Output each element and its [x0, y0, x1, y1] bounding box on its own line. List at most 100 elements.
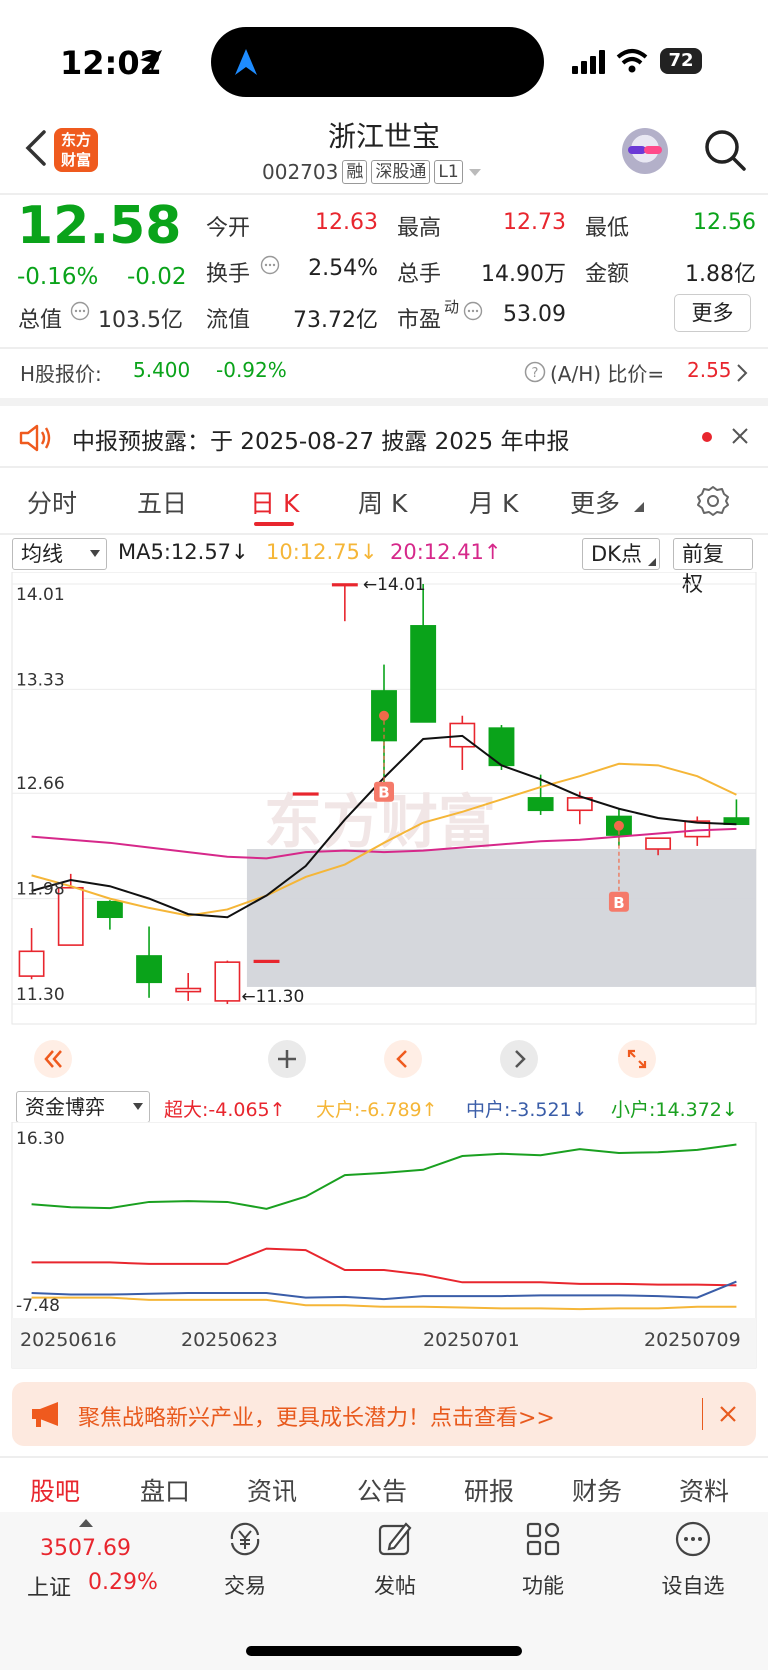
nav-add-watchlist[interactable]: 设自选 — [653, 1520, 733, 1610]
location-arrow-icon — [140, 50, 162, 72]
close-icon[interactable] — [718, 1404, 738, 1424]
status-bar: 12:02 72 — [0, 0, 768, 115]
tab-forum[interactable]: 股吧 — [30, 1472, 80, 1508]
buy-point-dot — [379, 710, 389, 721]
search-icon[interactable] — [703, 128, 747, 172]
candle-body — [253, 959, 280, 964]
low-label: 最低 — [585, 216, 630, 241]
amount-label: 金额 — [585, 262, 630, 287]
nav-trade[interactable]: 交易 — [205, 1520, 285, 1610]
date-label: 20250709 — [644, 1329, 741, 1351]
announcement-bar[interactable]: 中报预披露：于 2025-08-27 披露 2025 年中报 — [0, 416, 768, 466]
connect-tag: 深股通 — [371, 160, 431, 184]
index-change: 0.29% — [88, 1570, 158, 1595]
change-percent: -0.16% — [17, 264, 99, 290]
tab-profile[interactable]: 资料 — [679, 1472, 729, 1508]
nav-functions[interactable]: 功能 — [503, 1520, 583, 1610]
signal-icon — [572, 50, 605, 74]
tab-five-day[interactable]: 五日 — [137, 484, 187, 520]
fund-y-min: -7.48 — [16, 1296, 60, 1316]
ah-ratio-value: 2.55 — [687, 358, 732, 382]
caret-down-icon — [468, 169, 481, 176]
banner-separator — [702, 1398, 703, 1430]
chevron-right-icon[interactable] — [734, 362, 750, 384]
ma5-value: MA5:12.57↓ — [118, 540, 249, 564]
ma10-value: 10:12.75↓ — [266, 540, 378, 564]
tab-monthly-k[interactable]: 月 K — [469, 484, 518, 520]
candle-body — [410, 625, 437, 723]
ma20-value: 20:12.41↑ — [390, 540, 502, 564]
buy-point-label: B — [613, 894, 624, 912]
y-axis-label: 12.66 — [16, 774, 65, 794]
tab-research[interactable]: 研报 — [464, 1472, 514, 1508]
close-icon[interactable] — [730, 426, 750, 446]
tab-weekly-k[interactable]: 周 K — [358, 484, 407, 520]
market-cap-value: 103.5亿 — [98, 308, 183, 333]
scroll-start-button[interactable] — [34, 1040, 72, 1078]
tab-more[interactable]: 更多 — [570, 484, 620, 520]
more-button[interactable]: 更多 — [674, 294, 751, 332]
super-large-flow: 超大:-4.065↑ — [164, 1099, 286, 1121]
buy-point-dot — [613, 820, 624, 831]
max-price-label: ←14.01 — [363, 575, 426, 595]
tab-announcements[interactable]: 公告 — [357, 1472, 407, 1508]
indicator-select-label: 均线 — [21, 542, 63, 566]
y-axis-label: 11.98 — [16, 880, 65, 900]
h-share-price: 5.400 — [133, 358, 191, 382]
double-left-icon — [44, 1050, 62, 1068]
dropdown-caret-icon — [133, 1103, 143, 1110]
svg-text:?: ? — [532, 366, 539, 381]
corner-caret-icon — [648, 558, 656, 566]
scroll-left-button[interactable] — [384, 1040, 422, 1078]
tab-financials[interactable]: 财务 — [572, 1472, 622, 1508]
pe-value: 53.09 — [503, 302, 566, 327]
fullscreen-button[interactable] — [618, 1040, 656, 1078]
nav-post[interactable]: 发帖 — [355, 1520, 435, 1610]
tab-news[interactable]: 资讯 — [247, 1472, 297, 1508]
candle-body — [527, 797, 554, 812]
candlestick-chart[interactable]: 东方财富 BB 14.0113.3312.6611.9811.30 ←14.01… — [0, 572, 768, 1092]
divider — [0, 533, 768, 535]
fund-flow-chart[interactable]: 16.30 -7.48 20250616 20250623 20250701 2… — [0, 1122, 768, 1370]
promo-banner[interactable]: 聚焦战略新兴产业，更具成长潜力！点击查看>> — [12, 1382, 756, 1446]
turnover-value: 2.54% — [308, 256, 378, 281]
medium-flow: 中户:-3.521↓ — [466, 1099, 588, 1121]
nav-add-watchlist-label: 设自选 — [661, 1574, 725, 1598]
chevron-left-icon — [396, 1050, 407, 1068]
volume-value: 14.90万 — [481, 262, 566, 287]
index-value[interactable]: 3507.69 — [40, 1536, 131, 1561]
fund-flow-select[interactable]: 资金博弈 — [16, 1091, 150, 1123]
small-flow: 小户:14.372↓ — [611, 1099, 738, 1121]
stock-code: 002703 — [262, 160, 339, 184]
divider — [0, 193, 768, 195]
scroll-right-button[interactable] — [500, 1040, 538, 1078]
info-dots-icon[interactable] — [70, 301, 90, 321]
tab-daily-k[interactable]: 日 K — [250, 484, 299, 520]
market-cap-label: 总值 — [18, 308, 63, 333]
grid-apps-icon — [526, 1522, 560, 1556]
amount-value: 1.88亿 — [685, 262, 756, 287]
plus-icon — [278, 1050, 296, 1068]
expand-up-icon[interactable] — [79, 1518, 93, 1528]
tab-intraday[interactable]: 分时 — [27, 484, 77, 520]
info-dots-icon[interactable] — [463, 301, 483, 321]
settings-gear-icon[interactable] — [696, 484, 730, 518]
candle-body — [136, 955, 162, 984]
zoom-in-button[interactable] — [268, 1040, 306, 1078]
question-icon[interactable]: ? — [524, 361, 546, 383]
index-name: 上证 — [27, 1576, 72, 1601]
y-axis-label: 14.01 — [16, 585, 65, 605]
tab-order-book[interactable]: 盘口 — [140, 1472, 190, 1508]
dk-point-button[interactable]: DK点 — [582, 538, 660, 570]
stock-code-row[interactable]: 002703 融 深股通 L1 — [262, 160, 483, 184]
info-dots-icon[interactable] — [260, 255, 280, 275]
ai-assistant-icon[interactable] — [622, 128, 668, 174]
adjust-mode-button[interactable]: 前复权 — [673, 538, 753, 596]
date-label: 20250623 — [181, 1329, 278, 1351]
volume-label: 总手 — [397, 262, 442, 287]
ah-ratio-label: (A/H) 比价= — [550, 362, 665, 386]
indicator-select[interactable]: 均线 — [12, 538, 107, 570]
large-flow: 大户:-6.789↑ — [316, 1099, 438, 1121]
level-tag: L1 — [434, 160, 463, 184]
last-price: 12.58 — [17, 196, 182, 256]
